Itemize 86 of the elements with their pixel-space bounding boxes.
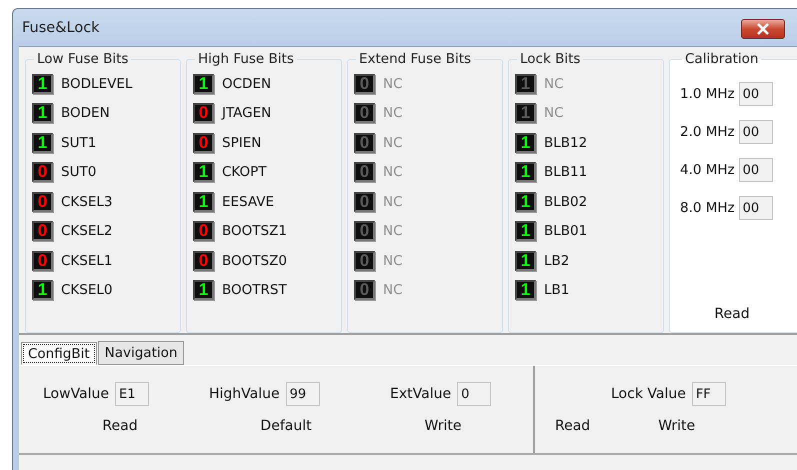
tab[interactable]: Navigation [98,341,184,365]
bit-label: SUT1 [61,134,96,151]
bit-label: NC [383,164,403,180]
value-field[interactable]: E1 [115,382,150,406]
calibration-field[interactable]: 00 [738,82,773,106]
bit-label: NC [544,76,564,92]
bit-label: NC [383,76,403,92]
bit-label: NC [383,105,403,122]
bit-label: BLB01 [544,223,588,240]
group-title: Extend Fuse Bits [358,51,472,67]
bit-toggle[interactable]: 1 [32,132,53,153]
close-icon [756,23,770,35]
frequency-label: 4.0 MHz [680,162,735,178]
bit-toggle[interactable]: 1 [515,132,536,153]
bit-label: NC [383,282,403,298]
bit-toggle[interactable]: 1 [515,192,536,212]
bit-toggle[interactable]: 0 [193,221,214,242]
bit-label: BODEN [61,105,110,122]
bit-label: CKSEL3 [61,194,112,210]
bit-label: EESAVE [222,194,274,210]
group-title: High Fuse Bits [197,51,295,67]
bit-toggle[interactable]: 1 [32,74,53,94]
group-title: Calibration [684,51,760,67]
action-button[interactable]: Write [408,416,478,436]
bit-toggle[interactable]: 1 [32,280,53,300]
bit-label: CKSEL2 [61,223,112,240]
bit-toggle[interactable]: 0 [32,162,53,182]
calibration-field[interactable]: 00 [738,196,773,220]
bit-toggle[interactable]: 1 [32,103,53,124]
bit-toggle[interactable]: 1 [193,192,214,212]
bit-label: BLB11 [544,164,588,180]
bit-label: NC [383,134,403,151]
bit-toggle[interactable]: 1 [515,250,536,271]
bit-label: SPIEN [222,134,262,151]
tab[interactable]: ConfigBit [21,342,97,365]
action-button[interactable]: Read [85,416,155,436]
bit-toggle[interactable]: 0 [32,221,53,242]
bit-label: JTAGEN [222,105,272,122]
calibration-field[interactable]: 00 [738,120,773,144]
bit-label: BLB02 [544,194,588,210]
bit-toggle[interactable]: 0 [32,250,53,271]
value-field[interactable]: 0 [457,382,492,406]
bit-toggle[interactable]: 0 [193,250,214,271]
window-title: Fuse&Lock [22,20,100,36]
value-label: HighValue [209,386,280,402]
group-title: Low Fuse Bits [36,51,130,67]
bit-toggle[interactable]: 0 [193,103,214,124]
bit-label: LB1 [544,282,570,298]
bit-label: CKOPT [222,164,267,180]
bit-toggle[interactable]: 0 [32,192,53,212]
bit-toggle[interactable]: 1 [193,74,214,94]
bit-label: NC [383,223,403,240]
bit-label: NC [544,105,564,122]
action-button[interactable]: Read [551,416,594,436]
bit-toggle[interactable]: 1 [515,162,536,182]
frequency-label: 8.0 MHz [680,200,735,216]
bit-label: BOOTRST [222,282,287,298]
frequency-label: 2.0 MHz [680,124,735,140]
action-button[interactable]: Default [246,416,326,436]
value-field[interactable]: FF [692,382,726,406]
bit-toggle[interactable]: 1 [193,162,214,182]
action-button[interactable]: Write [654,416,700,436]
bit-toggle[interactable]: 1 [515,280,536,300]
bit-label: LB2 [544,252,570,269]
calibration-field[interactable]: 00 [738,158,773,182]
value-label: ExtValue [390,386,452,402]
bit-label: CKSEL1 [61,252,112,269]
close-button[interactable] [741,19,785,39]
bit-label: SUT0 [61,164,96,180]
bit-label: BLB12 [544,134,588,151]
bit-label: NC [383,252,403,269]
bit-label: BOOTSZ1 [222,223,287,240]
frequency-label: 1.0 MHz [680,86,735,102]
value-label: LowValue [43,386,110,402]
bit-label: CKSEL0 [61,282,112,298]
bit-toggle[interactable]: 0 [193,132,214,153]
value-label: Lock Value [611,386,686,402]
bit-label: BODLEVEL [61,76,132,92]
group-title: Lock Bits [519,51,582,67]
bit-toggle[interactable]: 1 [515,221,536,242]
bit-toggle[interactable]: 1 [193,280,214,300]
bit-label: OCDEN [222,76,272,92]
value-field[interactable]: 99 [286,382,320,406]
read-button[interactable]: Read [710,304,754,324]
bit-label: BOOTSZ0 [222,252,287,269]
bit-label: NC [383,194,403,210]
